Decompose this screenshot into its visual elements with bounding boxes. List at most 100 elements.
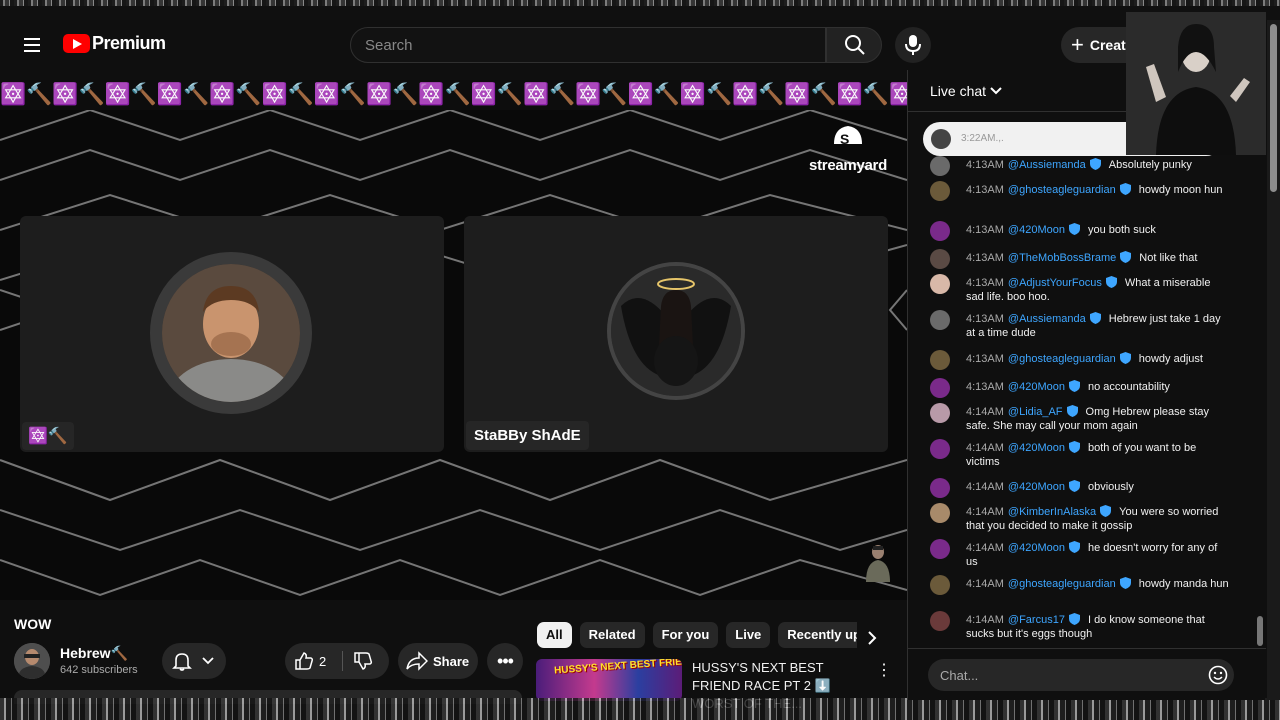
page-scrollbar-thumb[interactable] xyxy=(1270,24,1277,192)
user-avatar[interactable] xyxy=(930,439,950,459)
message-author[interactable]: @Lidia_AF xyxy=(1008,406,1063,418)
bottom-noise-strip xyxy=(0,698,1280,720)
verified-shield-icon xyxy=(1120,251,1132,263)
man-portrait-icon xyxy=(162,264,300,402)
chat-message: 4:13AM @420Moon you both suck xyxy=(930,221,1230,241)
channel-avatar[interactable] xyxy=(14,643,50,679)
menu-icon[interactable] xyxy=(20,34,44,56)
chip-live[interactable]: Live xyxy=(726,622,771,648)
video-player[interactable]: 🔯🔨🔯🔨🔯🔨🔯🔨🔯🔨🔯🔨🔯🔨🔯🔨🔯🔨🔯🔨🔯🔨🔯🔨🔯🔨🔯🔨🔯🔨🔯🔨🔯🔨🔯🔨 S s… xyxy=(0,80,907,600)
verified-shield-icon xyxy=(1068,380,1080,392)
user-avatar[interactable] xyxy=(930,181,950,201)
thumbs-down-icon[interactable] xyxy=(353,651,373,671)
voice-search-button[interactable] xyxy=(895,27,931,63)
user-avatar[interactable] xyxy=(930,403,950,423)
chat-message: 4:14AM @KimberInAlaska You were so worried… xyxy=(930,503,1230,533)
verified-shield-icon xyxy=(1119,183,1131,195)
user-avatar[interactable] xyxy=(930,611,950,631)
user-avatar[interactable] xyxy=(930,350,950,370)
user-avatar[interactable] xyxy=(930,310,950,330)
search-icon xyxy=(845,35,865,55)
message-author[interactable]: @Farcus17 xyxy=(1008,614,1065,626)
top-noise-strip xyxy=(0,0,1280,20)
share-arrow-icon xyxy=(406,651,428,671)
chat-message: 4:13AM @AdjustYourFocus What a miserable s… xyxy=(930,274,1230,304)
recommended-menu-icon[interactable]: ⋮ xyxy=(876,662,892,680)
participant-tile-left: 🔯🔨 xyxy=(20,216,444,452)
plus-icon: + xyxy=(1071,32,1084,57)
message-author[interactable]: @ghosteagleguardian xyxy=(1008,184,1116,196)
screen: Premium + Creat xyxy=(0,0,1280,720)
message-author[interactable]: @ghosteagleguardian xyxy=(1008,578,1116,590)
microphone-icon xyxy=(905,35,921,55)
user-avatar[interactable] xyxy=(930,249,950,269)
chat-message: 4:14AM @420Moon obviously xyxy=(930,478,1230,498)
chevron-down-icon[interactable] xyxy=(990,87,1002,96)
message-author[interactable]: @420Moon xyxy=(1008,542,1065,554)
chat-input-area xyxy=(908,648,1266,700)
masthead: Premium + Creat xyxy=(0,20,1280,70)
person-icon xyxy=(866,545,890,582)
angel-portrait-icon xyxy=(611,266,741,396)
message-author[interactable]: @420Moon xyxy=(1008,381,1065,393)
user-avatar[interactable] xyxy=(930,478,950,498)
chevron-down-icon xyxy=(202,657,214,665)
search-button[interactable] xyxy=(826,27,882,63)
chat-message: 4:13AM @ghosteagleguardian howdy moon hun xyxy=(930,181,1230,201)
notification-bell-button[interactable] xyxy=(162,643,226,679)
message-author[interactable]: @ghosteagleguardian xyxy=(1008,353,1116,365)
chips-next-button[interactable] xyxy=(863,628,881,648)
search-box xyxy=(350,27,826,63)
chat-title[interactable]: Live chat xyxy=(930,83,986,99)
chat-input[interactable] xyxy=(928,659,1188,691)
streamyard-logo-icon: S xyxy=(834,126,862,147)
chat-scrollbar[interactable] xyxy=(1257,616,1263,646)
user-avatar[interactable] xyxy=(930,378,950,398)
chip-related[interactable]: Related xyxy=(579,622,645,648)
chip-recently-uploaded[interactable]: Recently up xyxy=(778,622,857,648)
chat-message: 4:13AM @TheMobBossBrame Not like that xyxy=(930,249,1230,269)
user-avatar[interactable] xyxy=(930,221,950,241)
channel-name[interactable]: Hebrew🔨 xyxy=(60,645,128,662)
youtube-logo[interactable]: Premium xyxy=(63,33,166,54)
logo-text: Premium xyxy=(92,33,166,53)
chat-message: 4:14AM @Farcus17 I do know someone that su… xyxy=(930,611,1230,641)
message-author[interactable]: @Aussiemanda xyxy=(1008,159,1086,171)
user-avatar[interactable] xyxy=(930,274,950,294)
participant-label-right: StaBBy ShAdE xyxy=(466,421,589,450)
chat-message: 4:14AM @Lidia_AF Omg Hebrew please stay sa… xyxy=(930,403,1230,433)
emoji-icon[interactable] xyxy=(1208,665,1228,685)
message-author[interactable]: @AdjustYourFocus xyxy=(1008,277,1102,289)
message-author[interactable]: @KimberInAlaska xyxy=(1008,506,1096,518)
chat-message: 4:13AM @420Moon no accountability xyxy=(930,378,1230,398)
message-author[interactable]: @420Moon xyxy=(1008,481,1065,493)
message-author[interactable]: @Aussiemanda xyxy=(1008,313,1086,325)
pinned-time: 3:22AM.,. xyxy=(961,133,1004,144)
user-avatar[interactable] xyxy=(930,156,950,176)
message-author[interactable]: @420Moon xyxy=(1008,442,1065,454)
webcam-overlay xyxy=(1126,12,1266,155)
emoji-banner: 🔯🔨🔯🔨🔯🔨🔯🔨🔯🔨🔯🔨🔯🔨🔯🔨🔯🔨🔯🔨🔯🔨🔯🔨🔯🔨🔯🔨🔯🔨🔯🔨🔯🔨🔯🔨 xyxy=(0,80,907,110)
chat-message: 4:13AM @Aussiemanda Hebrew just take 1 day… xyxy=(930,310,1230,340)
channel-person-icon xyxy=(14,643,50,679)
share-button[interactable]: Share xyxy=(398,643,478,679)
streamyard-watermark: S streamyard xyxy=(806,122,890,174)
pinned-avatar xyxy=(931,129,951,149)
user-avatar[interactable] xyxy=(930,503,950,523)
webcam-person-icon xyxy=(1126,12,1266,155)
thumbs-up-icon[interactable] xyxy=(294,651,314,671)
chip-all[interactable]: All xyxy=(537,622,572,648)
share-label: Share xyxy=(433,654,470,669)
page-scrollbar[interactable] xyxy=(1267,20,1280,700)
message-author[interactable]: @TheMobBossBrame xyxy=(1008,252,1116,264)
message-author[interactable]: @420Moon xyxy=(1008,224,1065,236)
user-avatar[interactable] xyxy=(930,539,950,559)
recommended-thumbnail[interactable]: HUSSY'S NEXT BEST FRIE xyxy=(536,659,682,701)
live-chat-panel: Live chat 3:22AM.,. 4:13AM @Aussiemanda Ab… xyxy=(907,70,1266,700)
search-input[interactable] xyxy=(351,28,825,62)
more-actions-button[interactable]: ••• xyxy=(487,643,523,679)
verified-shield-icon xyxy=(1068,480,1080,492)
user-avatar[interactable] xyxy=(930,575,950,595)
chip-for-you[interactable]: For you xyxy=(652,622,719,648)
like-dislike-group: 2 xyxy=(285,643,389,679)
